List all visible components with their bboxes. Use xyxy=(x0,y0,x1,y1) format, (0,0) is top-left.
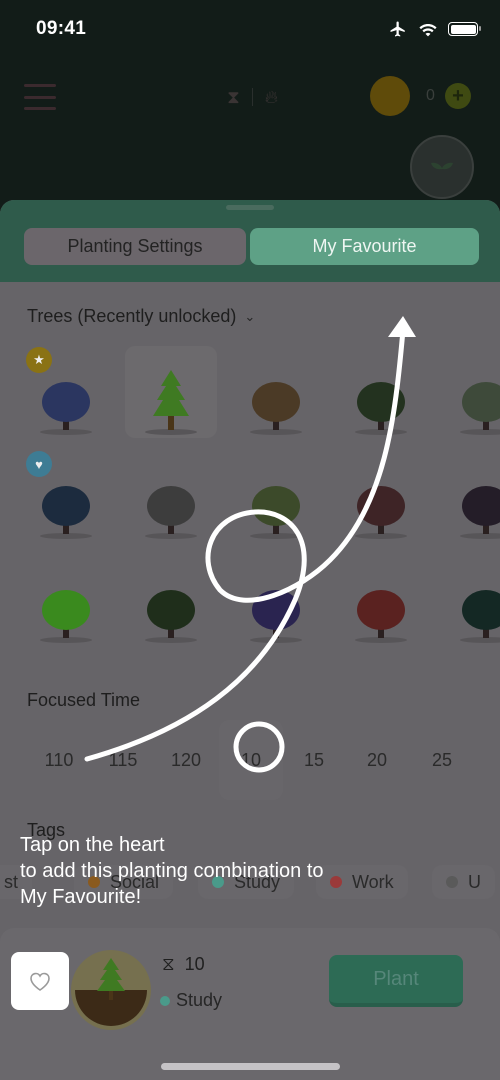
tab-planting-settings[interactable]: Planting Settings xyxy=(24,228,246,265)
sheet-grabber[interactable] xyxy=(226,205,274,210)
angel-rock-icon xyxy=(250,382,302,435)
time-tick[interactable]: 20 xyxy=(352,750,402,771)
heart-icon xyxy=(30,972,50,991)
tag-color-dot xyxy=(446,876,458,888)
flame-icon[interactable]: 🔥︎ xyxy=(265,87,278,108)
tree-option-lavender[interactable] xyxy=(230,554,322,646)
tag-label: st xyxy=(4,871,19,892)
bottom-summary-panel: ⧖ 10 Study Plant xyxy=(0,928,500,1080)
hourglass-icon[interactable]: ⧗ xyxy=(227,87,240,108)
dark-tree-icon xyxy=(460,590,500,643)
hourglass-icon: ⧖ xyxy=(162,954,175,974)
summary-time: ⧖ 10 xyxy=(162,954,205,975)
tag-chip-other[interactable]: U xyxy=(432,865,495,899)
trees-section-title[interactable]: Trees (Recently unlocked) ⌄ xyxy=(27,306,255,327)
tree-option-angel-rock[interactable] xyxy=(230,346,322,438)
tag-label: U xyxy=(468,871,481,892)
tree-option-rose-bush[interactable] xyxy=(335,346,427,438)
tree-option-maple-tree[interactable] xyxy=(335,450,427,542)
selected-tree-preview xyxy=(71,950,151,1030)
sprout-icon[interactable] xyxy=(410,135,474,199)
coin-area[interactable]: 0 + xyxy=(370,76,478,116)
status-bar: 09:41 xyxy=(0,0,500,60)
tree-option-tulips[interactable] xyxy=(335,554,427,646)
maple-tree-icon xyxy=(355,486,407,539)
time-tick[interactable]: 110 xyxy=(34,750,84,771)
time-tick[interactable]: 115 xyxy=(98,750,148,771)
planting-sheet: Planting Settings My Favourite Trees (Re… xyxy=(0,200,500,1080)
chevron-down-icon: ⌄ xyxy=(244,308,256,324)
sheet-header: Planting Settings My Favourite xyxy=(0,200,500,282)
plant-button[interactable]: Plant xyxy=(329,955,463,1007)
summary-tag: Study xyxy=(160,990,222,1011)
coral-tree-icon xyxy=(40,382,92,435)
summary-time-value: 10 xyxy=(184,954,205,974)
home-indicator xyxy=(161,1063,340,1070)
mode-switch[interactable]: ⧗ 🔥︎ xyxy=(205,80,300,114)
pine-tree-icon xyxy=(145,370,197,435)
summary-tag-label: Study xyxy=(176,990,223,1010)
tulips-icon xyxy=(355,590,407,643)
wifi-icon xyxy=(419,24,437,37)
mode-divider xyxy=(251,88,253,106)
tag-color-dot xyxy=(160,995,170,1006)
time-tick[interactable]: 15 xyxy=(289,750,339,771)
coin-count: 0 xyxy=(426,87,435,104)
status-icons xyxy=(388,20,481,38)
tree-option-green-bush[interactable] xyxy=(20,554,112,646)
status-time: 09:41 xyxy=(36,18,87,39)
tree-option-dark-tree[interactable] xyxy=(440,554,500,646)
top-bar: ⧗ 🔥︎ 0 + xyxy=(0,70,500,126)
fruit-bush-icon xyxy=(145,590,197,643)
planet-tree-icon xyxy=(40,486,92,539)
tree-option-fruit-bush[interactable] xyxy=(125,554,217,646)
tree-option-flower-bunch[interactable] xyxy=(125,450,217,542)
time-tick[interactable]: 120 xyxy=(161,750,211,771)
partial-tree-1-icon xyxy=(460,382,500,435)
focused-time-picker[interactable]: 110 115 120 10 15 20 25 xyxy=(0,720,500,800)
pine-tree-icon xyxy=(97,958,125,1000)
green-bush-icon xyxy=(40,590,92,643)
focused-time-title: Focused Time xyxy=(27,690,141,710)
tree-option-partial-tree-1[interactable] xyxy=(440,346,500,438)
flower-bunch-icon xyxy=(145,486,197,539)
time-tick[interactable]: 25 xyxy=(417,750,467,771)
rose-bush-icon xyxy=(355,382,407,435)
grass-bush-icon xyxy=(250,486,302,539)
star-badge-icon: ★ xyxy=(26,347,52,373)
lavender-icon xyxy=(250,590,302,643)
battery-icon xyxy=(448,22,481,36)
favourite-heart-button[interactable] xyxy=(11,952,69,1010)
mushroom-tree-icon xyxy=(460,486,500,539)
menu-icon[interactable] xyxy=(24,84,56,110)
trees-title-label: Trees (Recently unlocked) xyxy=(27,306,237,326)
heart-badge-icon: ♥ xyxy=(26,451,52,477)
tree-option-pine-tree[interactable] xyxy=(125,346,217,438)
plus-icon[interactable]: + xyxy=(444,83,471,109)
coin-icon xyxy=(370,76,410,116)
airplane-icon xyxy=(390,21,405,37)
tab-my-favourite[interactable]: My Favourite xyxy=(250,228,479,265)
tree-option-mushroom-tree[interactable] xyxy=(440,450,500,542)
time-tick-selected[interactable]: 10 xyxy=(226,750,276,771)
tree-option-grass-bush[interactable] xyxy=(230,450,322,542)
tutorial-hint-text: Tap on the heart to add this planting co… xyxy=(20,834,324,908)
